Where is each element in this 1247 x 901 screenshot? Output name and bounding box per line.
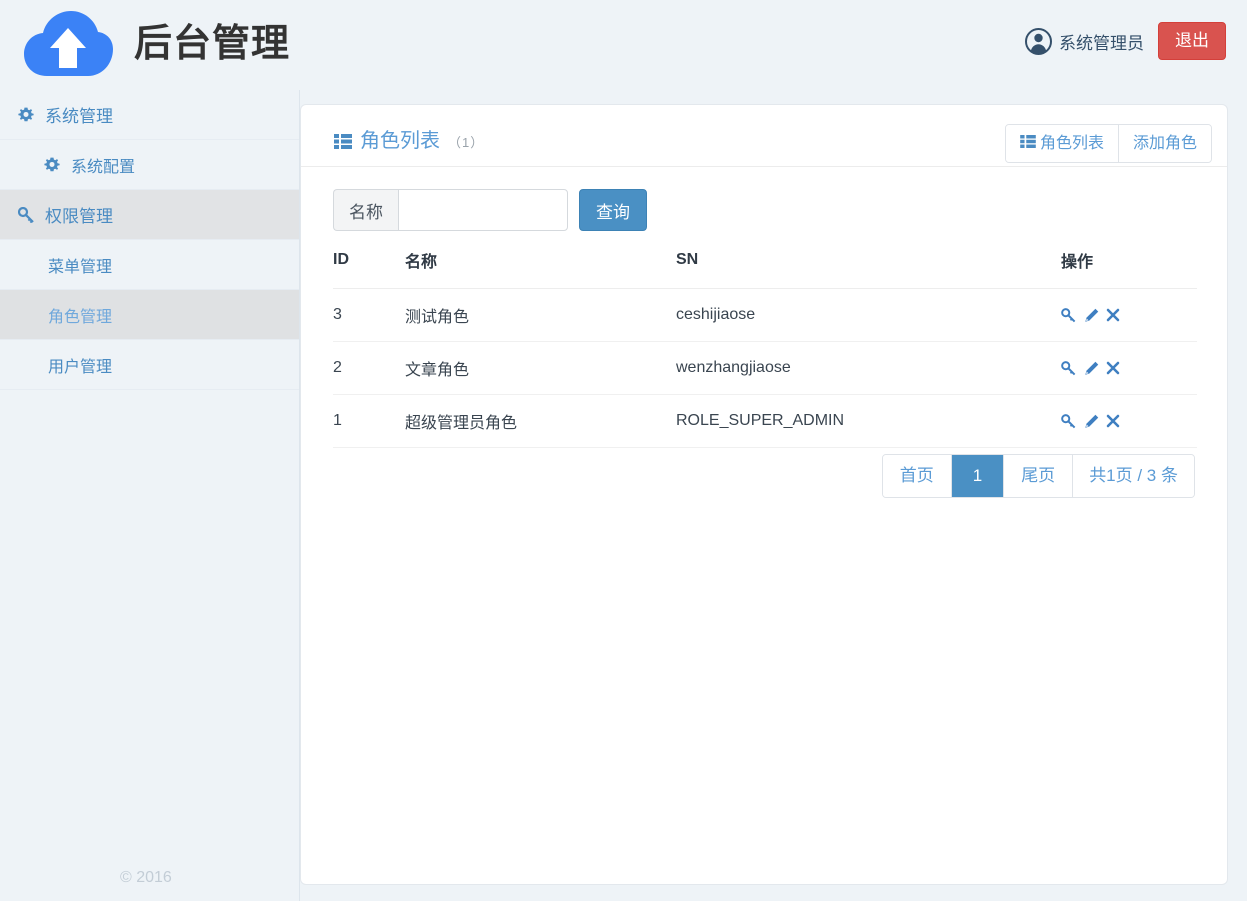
search-label: 名称	[333, 189, 398, 231]
sidebar-item-user-management[interactable]: 用户管理	[0, 340, 299, 390]
cell-sn: wenzhangjiaose	[676, 341, 1061, 395]
sidebar-item-label: 权限管理	[45, 207, 113, 226]
pagination-first-button[interactable]: 首页	[882, 455, 951, 498]
user-block[interactable]: 系统管理员	[1025, 27, 1144, 55]
pencil-icon[interactable]	[1084, 361, 1099, 376]
key-icon[interactable]	[1061, 307, 1077, 323]
panel-header: 角色列表 （1） 角色列表 添加角色	[301, 105, 1227, 167]
sidebar-item-system-management[interactable]: 系统管理	[0, 90, 299, 140]
table-header-row: ID 名称 SN 操作	[333, 248, 1197, 289]
sidebar-item-menu-management[interactable]: 菜单管理	[0, 240, 299, 290]
table-head: ID 名称 SN 操作	[333, 248, 1197, 289]
cell-name: 文章角色	[405, 341, 676, 395]
cell-operations	[1061, 341, 1197, 395]
times-icon[interactable]	[1106, 308, 1120, 322]
list-icon	[1020, 134, 1036, 153]
search-bar: 名称 查询	[333, 189, 647, 231]
cell-operations	[1061, 394, 1197, 448]
pagination: 首页 1 尾页 共1页 / 3 条	[881, 454, 1195, 499]
search-input-group: 名称	[333, 189, 568, 231]
sidebar-item-permission-management[interactable]: 权限管理	[0, 190, 299, 240]
sidebar-item-label: 用户管理	[48, 358, 113, 376]
key-icon	[18, 206, 38, 223]
cell-name: 测试角色	[405, 288, 676, 342]
copyright-text: © 2016	[120, 869, 172, 886]
role-table: ID 名称 SN 操作 3 测试角色 ceshijiaose 2 文章角色 we…	[333, 248, 1197, 448]
panel-title-text: 角色列表	[360, 130, 440, 152]
logout-button[interactable]: 退出	[1158, 22, 1226, 60]
panel-action-buttons: 角色列表 添加角色	[1004, 124, 1212, 164]
pencil-icon[interactable]	[1084, 308, 1099, 323]
search-button[interactable]: 查询	[579, 189, 647, 231]
cell-id: 3	[333, 288, 405, 342]
app-header: 后台管理 系统管理员 退出	[0, 0, 1247, 90]
gear-icon	[44, 157, 64, 173]
cell-id: 2	[333, 341, 405, 395]
pagination-summary: 共1页 / 3 条	[1072, 455, 1194, 498]
times-icon[interactable]	[1106, 414, 1120, 428]
table-body: 3 测试角色 ceshijiaose 2 文章角色 wenzhangjiaose…	[333, 288, 1197, 448]
sidebar-item-label: 系统管理	[45, 107, 113, 126]
column-header-id: ID	[333, 248, 405, 289]
role-list-panel: 角色列表 （1） 角色列表 添加角色 名称 查询 ID 名称 SN 操作 3 测…	[300, 104, 1228, 885]
cell-sn: ceshijiaose	[676, 288, 1061, 342]
pencil-icon[interactable]	[1084, 414, 1099, 429]
gear-icon	[18, 107, 38, 123]
cell-name: 超级管理员角色	[405, 394, 676, 448]
sidebar-item-label: 菜单管理	[48, 258, 113, 276]
sidebar-item-label: 系统配置	[71, 158, 136, 176]
column-header-operations: 操作	[1061, 248, 1197, 289]
times-icon[interactable]	[1106, 361, 1120, 375]
cell-operations	[1061, 288, 1197, 342]
role-list-button[interactable]: 角色列表	[1005, 125, 1118, 163]
add-role-button[interactable]: 添加角色	[1117, 125, 1211, 163]
add-role-button-label: 添加角色	[1132, 135, 1197, 152]
role-list-button-label: 角色列表	[1039, 135, 1104, 152]
sidebar-item-label: 角色管理	[48, 308, 113, 326]
list-icon	[334, 134, 352, 154]
panel-title-count: （1）	[448, 135, 485, 150]
cell-id: 1	[333, 394, 405, 448]
brand: 后台管理	[22, 6, 290, 82]
sidebar-item-role-management[interactable]: 角色管理	[0, 290, 299, 340]
column-header-sn: SN	[676, 248, 1061, 289]
column-header-name: 名称	[405, 248, 676, 289]
pagination-page-1[interactable]: 1	[950, 455, 1004, 498]
pagination-last-button[interactable]: 尾页	[1003, 455, 1073, 498]
key-icon[interactable]	[1061, 413, 1077, 429]
table-row: 2 文章角色 wenzhangjiaose	[333, 341, 1197, 395]
key-icon[interactable]	[1061, 360, 1077, 376]
sidebar-item-system-config[interactable]: 系统配置	[0, 140, 299, 190]
user-circle-icon	[1025, 27, 1052, 55]
cell-sn: ROLE_SUPER_ADMIN	[676, 394, 1061, 448]
search-input[interactable]	[398, 189, 568, 231]
brand-title: 后台管理	[134, 23, 291, 65]
header-right: 系统管理员 退出	[1025, 22, 1226, 60]
table-row: 1 超级管理员角色 ROLE_SUPER_ADMIN	[333, 394, 1197, 448]
cloud-upload-icon	[22, 6, 114, 82]
table-row: 3 测试角色 ceshijiaose	[333, 288, 1197, 342]
user-name: 系统管理员	[1059, 33, 1144, 53]
page-title: 角色列表 （1）	[334, 124, 484, 153]
sidebar: 系统管理 系统配置 权限管理 菜单管理 角色管理 用户管理 © 2016	[0, 90, 300, 901]
